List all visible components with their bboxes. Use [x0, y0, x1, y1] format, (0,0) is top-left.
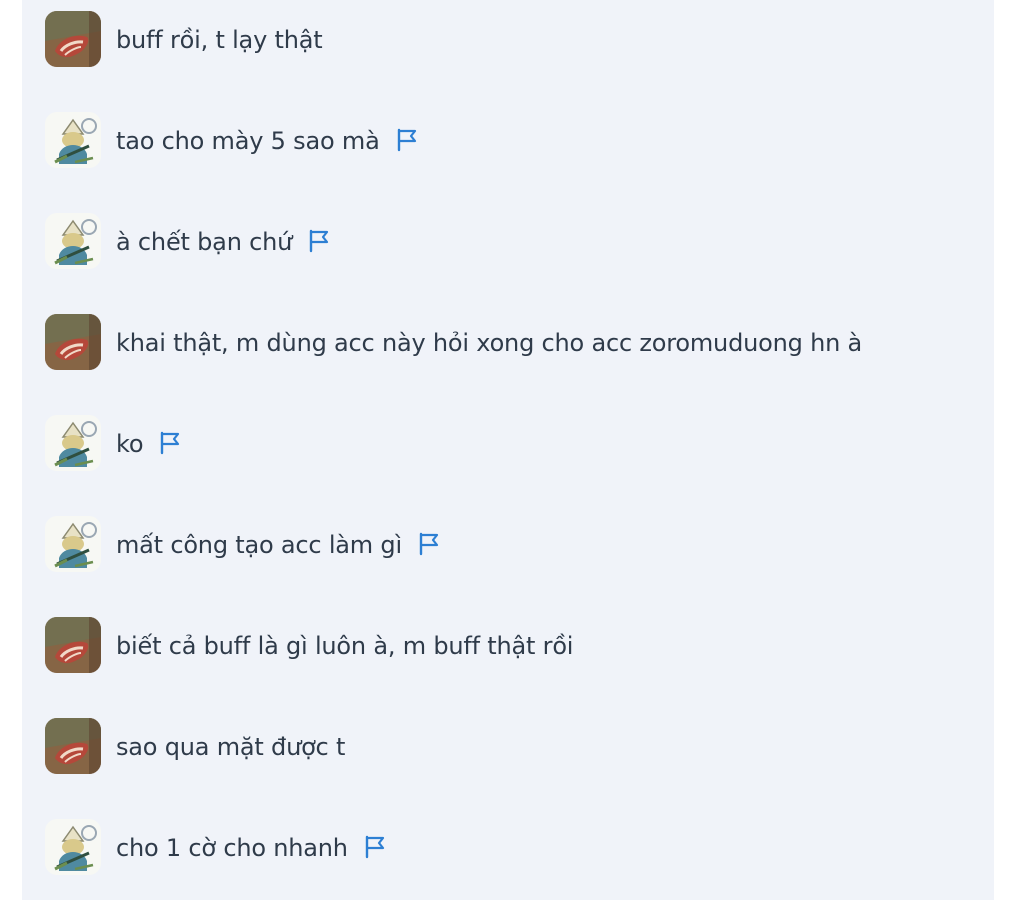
message-text: sao qua mặt được t: [116, 732, 345, 762]
message-text: buff rồi, t lạy thật: [116, 25, 323, 55]
message-text-label: buff rồi, t lạy thật: [116, 26, 323, 54]
message-text: tao cho mày 5 sao mà: [116, 126, 418, 156]
message-row: cho 1 cờ cho nhanh: [22, 819, 994, 879]
avatar-character-icon[interactable]: [45, 415, 101, 471]
message-row: khai thật, m dùng acc này hỏi xong cho a…: [22, 314, 994, 374]
message-row: mất công tạo acc làm gì: [22, 516, 994, 576]
message-text-label: khai thật, m dùng acc này hỏi xong cho a…: [116, 329, 863, 357]
message-text-label: sao qua mặt được t: [116, 733, 346, 761]
message-text-label: biết cả buff là gì luôn à, m buff thật r…: [116, 632, 574, 660]
message-text-label: tao cho mày 5 sao mà: [116, 127, 380, 155]
avatar-character-icon[interactable]: [45, 213, 101, 269]
avatar-character-icon[interactable]: [45, 819, 101, 875]
message-text: mất công tạo acc làm gì: [116, 530, 440, 560]
avatar-brown-icon[interactable]: [45, 617, 101, 673]
flag-icon[interactable]: [308, 229, 330, 253]
chat-panel: buff rồi, t lạy thật tao cho mày 5 sao m…: [22, 0, 994, 900]
message-text: khai thật, m dùng acc này hỏi xong cho a…: [116, 328, 862, 358]
avatar-character-icon[interactable]: [45, 112, 101, 168]
message-text: ko: [116, 429, 181, 459]
message-text: biết cả buff là gì luôn à, m buff thật r…: [116, 631, 573, 661]
message-text-label: à chết bạn chứ: [116, 228, 293, 256]
message-row: sao qua mặt được t: [22, 718, 994, 778]
avatar-character-icon[interactable]: [45, 516, 101, 572]
avatar-brown-icon[interactable]: [45, 718, 101, 774]
message-text-label: cho 1 cờ cho nhanh: [116, 834, 348, 862]
message-text: à chết bạn chứ: [116, 227, 330, 257]
flag-icon[interactable]: [418, 532, 440, 556]
message-row: buff rồi, t lạy thật: [22, 11, 994, 71]
message-row: ko: [22, 415, 994, 475]
message-row: tao cho mày 5 sao mà: [22, 112, 994, 172]
message-row: biết cả buff là gì luôn à, m buff thật r…: [22, 617, 994, 677]
avatar-brown-icon[interactable]: [45, 314, 101, 370]
message-row: à chết bạn chứ: [22, 213, 994, 273]
message-text: cho 1 cờ cho nhanh: [116, 833, 386, 863]
flag-icon[interactable]: [396, 128, 418, 152]
avatar-brown-icon[interactable]: [45, 11, 101, 67]
message-text-label: mất công tạo acc làm gì: [116, 531, 402, 559]
message-text-label: ko: [116, 430, 144, 458]
flag-icon[interactable]: [159, 431, 181, 455]
flag-icon[interactable]: [364, 835, 386, 859]
